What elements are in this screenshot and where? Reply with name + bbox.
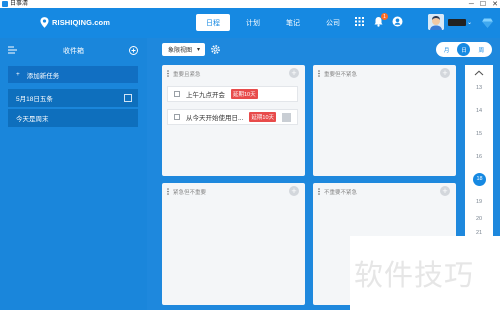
date-item[interactable]: 16	[465, 154, 493, 160]
avatar[interactable]	[428, 14, 444, 30]
tab-plan[interactable]: 计划	[236, 14, 270, 31]
quadrant-title: 重要但不紧急	[324, 72, 358, 78]
drag-handle-icon[interactable]	[318, 188, 320, 195]
window-titlebar: 日事清 ─ ☐ ✕	[0, 0, 500, 8]
chevron-down-icon[interactable]: ⌄	[467, 19, 472, 26]
date-item-selected[interactable]: 18	[473, 173, 486, 186]
tab-notes[interactable]: 笔记	[276, 14, 310, 31]
avatar-face-icon	[428, 14, 444, 30]
app-header: RISHIQING.com 日程 计划 笔记 公司 1 ⌄	[0, 8, 500, 38]
date-item[interactable]: 15	[465, 131, 493, 137]
watermark-text: 软件技巧	[354, 258, 475, 292]
date-item[interactable]: 13	[465, 85, 493, 91]
today-indicator-dot	[465, 179, 468, 182]
add-task-plus-icon[interactable]: +	[440, 186, 450, 196]
date-item[interactable]: 14	[465, 108, 493, 114]
tab-schedule[interactable]: 日程	[196, 14, 230, 31]
caret-down-icon: ▾	[197, 47, 201, 53]
diamond-icon[interactable]	[482, 18, 493, 28]
sidebar-title: 收件箱	[63, 48, 84, 55]
quadrant-title: 紧急但不重要	[173, 190, 207, 196]
task-label: 从今天开始使用日...	[186, 115, 244, 122]
date-item[interactable]: 20	[465, 216, 493, 222]
apps-grid-icon[interactable]	[354, 16, 365, 27]
view-selector[interactable]: 象限视图 ▾	[162, 43, 205, 56]
task-item[interactable]: 从今天开始使用日... 延期10天	[167, 109, 298, 125]
quadrant-title: 重要且紧急	[173, 72, 201, 78]
notification-bell[interactable]: 1	[373, 13, 388, 27]
sidebar-item-label: 5月18日五条	[16, 96, 53, 103]
quadrant-title: 不重要不紧急	[324, 190, 358, 196]
mode-month[interactable]: 月	[440, 43, 453, 56]
close-button[interactable]: ✕	[492, 0, 498, 8]
task-checkbox[interactable]	[174, 114, 180, 120]
sidebar-item-may-18[interactable]: 5月18日五条	[8, 89, 138, 107]
quadrant-header: 重要但不紧急 +	[313, 65, 456, 81]
app-icon	[2, 1, 8, 7]
quadrant-important-urgent: 重要且紧急 + 上午九点开会 延期10天 从今天开始使用日... 延期10天	[162, 65, 305, 176]
calendar-icon[interactable]	[124, 94, 132, 102]
notification-count-badge: 1	[381, 13, 388, 20]
mode-week[interactable]: 周	[475, 43, 488, 56]
window-controls: ─ ☐ ✕	[469, 0, 498, 9]
quadrant-urgent-not-important: 紧急但不重要 +	[162, 183, 305, 305]
window-title: 日事清	[10, 1, 29, 7]
task-item[interactable]: 上午九点开会 延期10天	[167, 86, 298, 102]
main-nav: 日程 计划 笔记 公司	[196, 14, 356, 31]
view-selector-value: 象限视图	[168, 48, 193, 54]
date-item[interactable]: 19	[465, 199, 493, 205]
mode-day[interactable]: 日	[457, 43, 471, 56]
drag-handle-icon[interactable]	[318, 70, 320, 77]
logo[interactable]: RISHIQING.com	[40, 17, 110, 28]
header-icons: 1	[354, 13, 403, 27]
overdue-badge: 延期10天	[249, 112, 277, 122]
location-pin-icon	[40, 17, 49, 28]
quadrant-header: 不重要不紧急 +	[313, 183, 456, 199]
brand-name: RISHIQING.com	[52, 18, 110, 27]
drag-handle-icon[interactable]	[167, 70, 169, 77]
gear-icon[interactable]	[210, 44, 221, 55]
user-circle-icon[interactable]	[392, 16, 403, 27]
sidebar-item-weekend[interactable]: 今天是周末	[8, 109, 138, 127]
add-task-plus-icon[interactable]: +	[440, 68, 450, 78]
quadrant-header: 重要且紧急 +	[162, 65, 305, 81]
sidebar-header: 收件箱	[0, 38, 147, 62]
task-checkbox[interactable]	[174, 91, 180, 97]
plus-icon: +	[16, 71, 20, 78]
sidebar-item-label: 今天是周末	[16, 116, 49, 123]
add-task-label: 添加新任务	[26, 72, 60, 80]
task-calendar-icon[interactable]	[282, 113, 291, 122]
quadrant-important-not-urgent: 重要但不紧急 +	[313, 65, 456, 176]
view-mode-toggle: 月 日 周	[436, 42, 492, 57]
chevron-up-icon[interactable]	[474, 70, 484, 76]
tab-company[interactable]: 公司	[316, 14, 350, 31]
add-task-plus-icon[interactable]: +	[289, 68, 299, 78]
add-task-button[interactable]: + 添加新任务	[8, 66, 138, 83]
sidebar: 收件箱 + 添加新任务 5月18日五条 今天是周末	[0, 38, 147, 310]
task-label: 上午九点开会	[186, 92, 225, 99]
add-circle-icon[interactable]	[129, 46, 138, 55]
minimize-button[interactable]: ─	[469, 1, 474, 8]
add-task-plus-icon[interactable]: +	[289, 186, 299, 196]
drag-handle-icon[interactable]	[167, 188, 169, 195]
overdue-badge: 延期10天	[231, 89, 258, 99]
vip-badge[interactable]	[448, 19, 466, 26]
maximize-button[interactable]: ☐	[480, 0, 486, 8]
quadrant-header: 紧急但不重要 +	[162, 183, 305, 199]
